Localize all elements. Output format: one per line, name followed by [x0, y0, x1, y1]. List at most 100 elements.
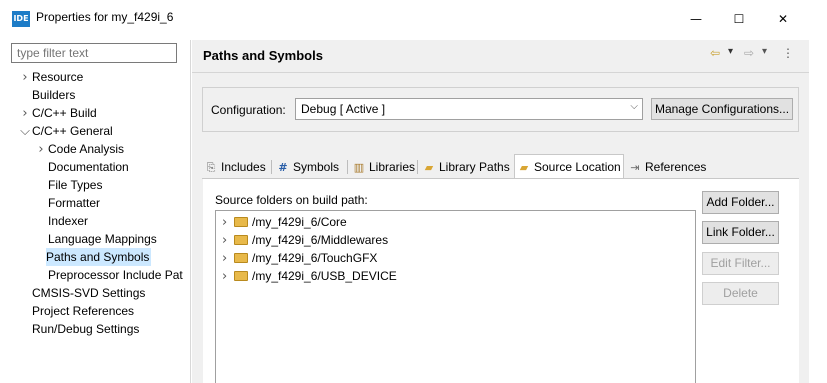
chevron-right-icon[interactable]: ›	[34, 141, 48, 159]
tree-item-resource[interactable]: › Resource	[18, 68, 83, 86]
folder-row[interactable]: › /my_f429i_6/TouchGFX	[222, 249, 377, 267]
title-bar: IDE Properties for my_f429i_6 — ☐ ✕	[0, 0, 827, 38]
forward-arrow-icon[interactable]: ⇨	[744, 46, 754, 60]
tree-item-label: Language Mappings	[48, 232, 157, 246]
folder-path: /my_f429i_6/Middlewares	[252, 233, 389, 247]
folder-icon	[234, 271, 248, 281]
folder-row[interactable]: › /my_f429i_6/Middlewares	[222, 231, 388, 249]
tree-item-c-c-general[interactable]: ⌵ C/C++ General	[18, 122, 113, 140]
source-folders-tree[interactable]: › /my_f429i_6/Core › /my_f429i_6/Middleware…	[215, 210, 696, 383]
folder-icon	[234, 217, 248, 227]
minimize-button[interactable]: —	[676, 6, 716, 32]
tree-item-label: File Types	[48, 178, 103, 192]
configuration-value: Debug [ Active ]	[301, 102, 386, 116]
tree-item-label: Formatter	[48, 196, 101, 210]
includes-icon: ⎘	[206, 161, 216, 174]
close-button[interactable]: ✕	[763, 6, 803, 32]
tab-label: Library Paths	[439, 160, 510, 174]
tree-item-label: Paths and Symbols	[46, 250, 150, 264]
tab-label: Source Location	[534, 160, 621, 174]
tree-item-label: C/C++ General	[32, 124, 113, 138]
chevron-right-icon[interactable]: ›	[222, 214, 234, 232]
main-panel: Paths and Symbols ⇦ ▾ ⇨ ▾ ⋮ Configuratio…	[192, 40, 809, 383]
pane-splitter[interactable]	[190, 40, 191, 383]
folder-row[interactable]: › /my_f429i_6/USB_DEVICE	[222, 267, 397, 285]
hash-icon: #	[278, 161, 288, 174]
tree-item-label: Documentation	[48, 160, 129, 174]
tree-item-label: Indexer	[48, 214, 89, 228]
libraries-icon: ▥	[353, 161, 365, 174]
configuration-label: Configuration:	[211, 103, 286, 117]
tab-label: References	[645, 160, 707, 174]
tab-references[interactable]: ⇥ References	[626, 156, 708, 178]
chevron-right-icon[interactable]: ›	[222, 232, 234, 250]
tab-separator	[271, 160, 272, 174]
tab-label: Libraries	[369, 160, 416, 174]
link-folder-button[interactable]: Link Folder...	[702, 221, 779, 244]
tree-item-language-mappings[interactable]: Language Mappings	[34, 230, 157, 248]
ide-app-icon: IDE	[12, 11, 30, 27]
tree-item-label: Resource	[32, 70, 84, 84]
tab-library-paths[interactable]: ▰ Library Paths	[420, 156, 512, 178]
tab-symbols[interactable]: # Symbols	[274, 156, 341, 178]
tab-separator	[417, 160, 418, 174]
source-folder-icon: ▰	[519, 161, 529, 174]
tree-item-label: Builders	[32, 88, 76, 102]
tree-item-label: Run/Debug Settings	[32, 322, 140, 336]
back-arrow-icon[interactable]: ⇦	[710, 46, 720, 60]
navigation-toolbar: ⇦ ▾ ⇨ ▾ ⋮	[710, 46, 800, 64]
references-icon: ⇥	[630, 161, 640, 174]
tab-separator	[347, 160, 348, 174]
tree-item-c-c-build[interactable]: › C/C++ Build	[18, 104, 97, 123]
configuration-group: Configuration: Debug [ Active ] ⌵ Manage…	[202, 87, 799, 132]
folder-row[interactable]: › /my_f429i_6/Core	[222, 213, 347, 231]
configuration-select[interactable]: Debug [ Active ] ⌵	[295, 98, 643, 120]
tree-item-label: Code Analysis	[48, 142, 125, 156]
chevron-right-icon[interactable]: ›	[18, 69, 32, 87]
tree-item-run-debug-settings[interactable]: Run/Debug Settings	[18, 320, 139, 338]
add-folder-button[interactable]: Add Folder...	[702, 191, 779, 214]
chevron-right-icon[interactable]: ›	[222, 268, 234, 286]
tree-item-documentation[interactable]: Documentation	[34, 158, 129, 176]
window-title: Properties for my_f429i_6	[36, 10, 174, 24]
view-menu-icon[interactable]: ⋮	[782, 46, 794, 60]
folder-path: /my_f429i_6/Core	[252, 215, 347, 229]
tree-item-project-references[interactable]: Project References	[18, 302, 134, 320]
tree-item-paths-and-symbols[interactable]: Paths and Symbols	[46, 248, 152, 266]
tree-item-preprocessor-include-pat[interactable]: Preprocessor Include Pat	[34, 266, 183, 284]
delete-button: Delete	[702, 282, 779, 305]
forward-dropdown-icon[interactable]: ▾	[762, 46, 767, 57]
header-divider	[192, 72, 809, 73]
tree-item-builders[interactable]: Builders	[18, 86, 75, 104]
tab-includes[interactable]: ⎘ Includes	[202, 156, 268, 178]
tree-item-label: Project References	[32, 304, 135, 318]
chevron-down-icon: ⌵	[630, 101, 638, 112]
back-dropdown-icon[interactable]: ▾	[728, 46, 733, 57]
filter-input[interactable]	[11, 43, 177, 63]
tab-source-location[interactable]: ▰ Source Location	[514, 154, 624, 179]
folder-icon	[234, 253, 248, 263]
tab-label: Symbols	[293, 160, 340, 174]
edit-filter-button: Edit Filter...	[702, 252, 779, 275]
tab-libraries[interactable]: ▥ Libraries	[350, 156, 417, 178]
manage-configurations-button[interactable]: Manage Configurations...	[651, 98, 793, 120]
chevron-right-icon[interactable]: ›	[18, 105, 32, 123]
tree-item-cmsis-svd-settings[interactable]: CMSIS-SVD Settings	[18, 284, 145, 302]
tree-item-indexer[interactable]: Indexer	[34, 212, 88, 230]
folder-icon	[234, 235, 248, 245]
folder-path: /my_f429i_6/TouchGFX	[252, 251, 378, 265]
folder-path: /my_f429i_6/USB_DEVICE	[252, 269, 397, 283]
source-folders-label: Source folders on build path:	[215, 193, 368, 207]
tree-item-code-analysis[interactable]: › Code Analysis	[34, 140, 124, 158]
maximize-button[interactable]: ☐	[719, 6, 759, 32]
tree-item-file-types[interactable]: File Types	[34, 176, 102, 194]
chevron-down-icon[interactable]: ⌵	[18, 123, 32, 141]
tree-item-label: C/C++ Build	[32, 106, 97, 120]
tree-item-label: CMSIS-SVD Settings	[32, 286, 146, 300]
chevron-right-icon[interactable]: ›	[222, 250, 234, 268]
page-title: Paths and Symbols	[203, 48, 323, 63]
tab-label: Includes	[221, 160, 266, 174]
folder-path-icon: ▰	[424, 161, 434, 174]
tree-item-formatter[interactable]: Formatter	[34, 194, 100, 212]
tree-item-label: Preprocessor Include Pat	[48, 268, 183, 282]
